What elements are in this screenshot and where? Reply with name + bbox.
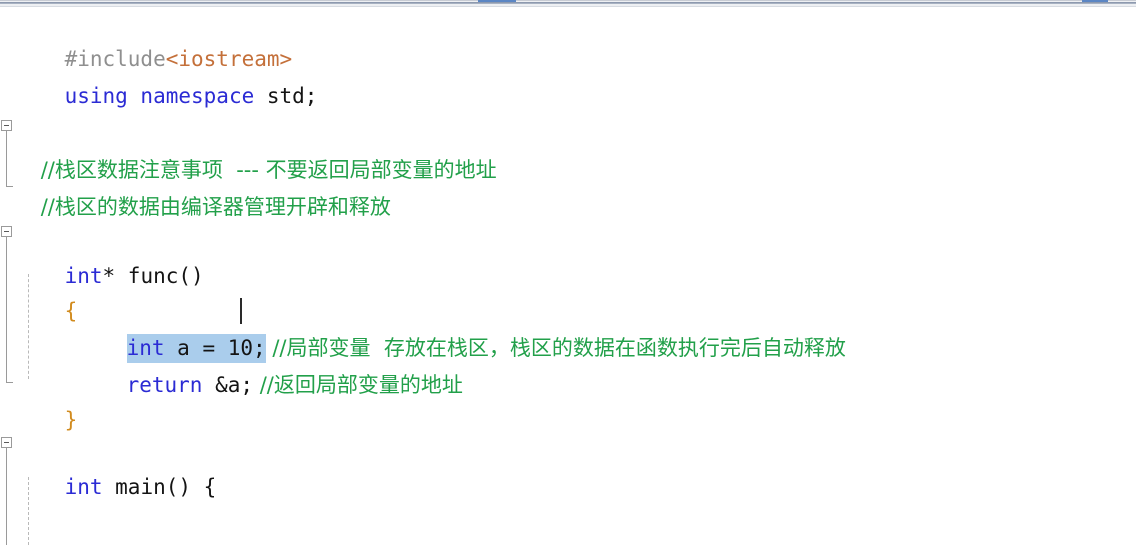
code-line-11[interactable]: } bbox=[14, 365, 78, 432]
code-line-9[interactable]: int a = 10; //局部变量 存放在栈区，栈区的数据在函数执行完后自动释… bbox=[14, 293, 846, 363]
code-line-7[interactable]: int* func() bbox=[14, 221, 204, 288]
code-line-13[interactable]: int main() { bbox=[14, 432, 217, 499]
token-identifier-std: std; bbox=[254, 84, 318, 108]
divider-accent-right bbox=[1082, 0, 1108, 2]
token-address-of-a: &a; bbox=[202, 373, 254, 397]
fold-bracket-foot-comment bbox=[6, 186, 13, 187]
code-editor-surface[interactable]: #include<iostream> using namespace std; … bbox=[0, 7, 1136, 545]
token-function-main: main() { bbox=[102, 475, 217, 499]
fold-bracket-line-main bbox=[6, 448, 7, 545]
fold-toggle-comment-block[interactable] bbox=[1, 120, 12, 131]
token-comment-compiler-managed: //栈区的数据由编译器管理开辟和释放 bbox=[40, 195, 391, 219]
code-line-2[interactable]: using namespace std; bbox=[14, 41, 318, 108]
fold-toggle-main[interactable] bbox=[1, 437, 12, 448]
token-keyword-return: return bbox=[126, 373, 203, 397]
token-keyword-using-namespace: using namespace bbox=[64, 84, 255, 108]
code-line-4[interactable]: //栈区数据注意事项 --- 不要返回局部变量的地址 bbox=[14, 115, 497, 182]
fold-bracket-line-comment bbox=[6, 131, 7, 186]
text-caret bbox=[240, 298, 242, 324]
code-line-10[interactable]: return &a; //返回局部变量的地址 bbox=[14, 330, 463, 397]
token-comment-return-address: //返回局部变量的地址 bbox=[253, 373, 463, 397]
fold-margin[interactable] bbox=[0, 7, 14, 545]
fold-bracket-line-func bbox=[6, 237, 7, 382]
code-line-8[interactable]: { bbox=[14, 256, 78, 323]
divider-line-1 bbox=[0, 0, 1136, 1]
token-brace-close-func: } bbox=[64, 408, 78, 432]
token-function-func: * func() bbox=[102, 264, 204, 288]
token-keyword-int-main: int bbox=[64, 475, 103, 499]
code-line-5[interactable]: //栈区的数据由编译器管理开辟和释放 bbox=[14, 152, 391, 219]
fold-bracket-foot-func bbox=[6, 382, 13, 383]
code-line-1[interactable]: #include<iostream> bbox=[14, 4, 293, 71]
fold-toggle-func[interactable] bbox=[1, 226, 12, 237]
divider-accent-left bbox=[478, 0, 516, 2]
